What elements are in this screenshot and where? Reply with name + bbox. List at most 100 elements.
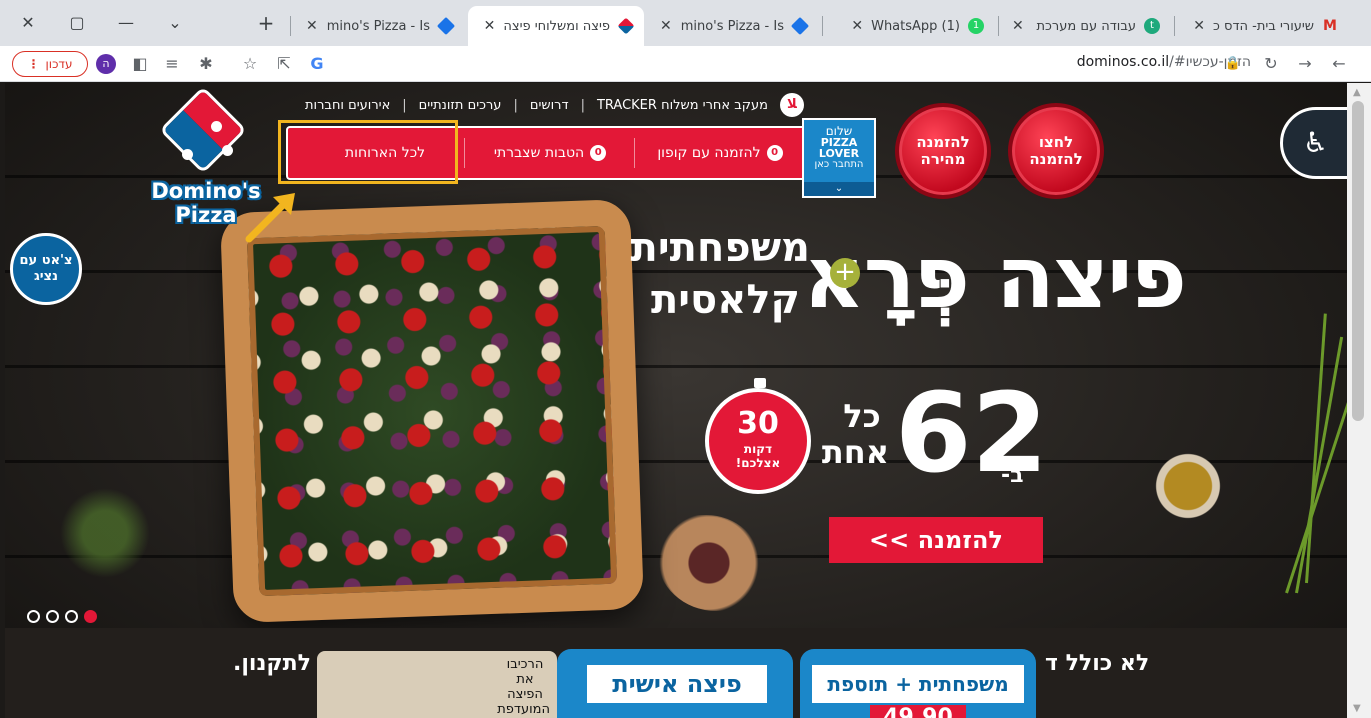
- my-benefits-label: הטבות שצברתי: [493, 145, 585, 161]
- family-topping-price: 49.90: [870, 705, 966, 718]
- hero-price: כל אחת 62 ב-: [821, 373, 1048, 503]
- profile-avatar[interactable]: ה: [96, 54, 116, 74]
- click-to-order-button[interactable]: לחצו להזמנה: [1008, 103, 1104, 199]
- tab-work-system[interactable]: t עבודה עם מערכת כ ✕: [1002, 8, 1170, 44]
- highlight-box: [278, 120, 458, 184]
- chive-decoration: [1305, 313, 1327, 584]
- page-scrollbar[interactable]: ▲ ▼: [1347, 83, 1371, 718]
- timer-number: 30: [737, 406, 779, 441]
- family-topping-card[interactable]: משפחתית + תוספת 49.90: [800, 649, 1036, 718]
- pizza-lover-login[interactable]: שלום PIZZA LOVER התחבר כאן ⌄: [802, 118, 876, 198]
- nav-events[interactable]: אירועים וחברות: [305, 98, 390, 113]
- tab-close-icon[interactable]: ✕: [306, 18, 318, 34]
- tab-close-icon[interactable]: ✕: [851, 18, 863, 34]
- google-icon[interactable]: G: [305, 52, 329, 76]
- tab-dominos-2[interactable]: Domino's Pizza - Is ✕: [650, 8, 818, 44]
- tab-gmail[interactable]: M שיעורי בית- הדס כ ✕: [1178, 8, 1348, 44]
- share-icon[interactable]: ⇱: [272, 52, 296, 76]
- benefits-count-badge: 0: [590, 145, 607, 161]
- scroll-thumb[interactable]: [1352, 101, 1364, 421]
- slider-dot[interactable]: [46, 610, 59, 623]
- oil-bowl-decoration: [1150, 450, 1226, 522]
- delivery-timer-badge: 30 דקות אצלכם!: [705, 378, 811, 494]
- dominos-page: אירועים וחברות | ערכים תזונתיים | דרושים…: [5, 83, 1347, 718]
- price-suffix: כל אחת: [821, 397, 889, 471]
- coupon-count-badge: 0: [766, 145, 783, 161]
- family-topping-label: משפחתית + תוספת: [812, 665, 1024, 703]
- tab-close-icon[interactable]: ✕: [484, 18, 496, 34]
- arrow-icon: [245, 193, 295, 243]
- forward-icon[interactable]: ←: [1327, 52, 1351, 76]
- side-panel-icon[interactable]: ◧: [128, 52, 152, 76]
- tab-bar: ✕ ▢ — ⌄ + Domino's Pizza - Is ✕ פיצה ומש…: [0, 0, 1371, 46]
- tab-title: Domino's Pizza - Is: [326, 18, 430, 34]
- update-button[interactable]: עדכון ⋮: [12, 51, 88, 77]
- tab-title: Domino's Pizza - Is: [680, 18, 784, 34]
- price-prefix: ב-: [1001, 463, 1024, 488]
- hero-subtitle-classic: קלאסית: [650, 277, 800, 323]
- gmail-icon: M: [1323, 18, 1337, 34]
- nav-nutrition[interactable]: ערכים תזונתיים: [419, 98, 502, 113]
- personal-pizza-card[interactable]: פיצה אישית: [557, 649, 793, 718]
- tab-title: (1) WhatsApp: [871, 18, 960, 34]
- scroll-down-icon[interactable]: ▼: [1353, 703, 1361, 714]
- hero-subtitle-family: משפחתית: [630, 225, 811, 271]
- logo-tile: [159, 86, 247, 174]
- quick-order-button[interactable]: להזמנה מהירה: [895, 103, 991, 199]
- nav-jobs[interactable]: דרושים: [530, 98, 569, 113]
- top-nav: אירועים וחברות | ערכים תזונתיים | דרושים…: [305, 93, 804, 117]
- more-vert-icon: ⋮: [27, 57, 40, 71]
- price-value: 62: [895, 369, 1049, 497]
- sauce-decoration: [657, 515, 761, 611]
- personal-pizza-label: פיצה אישית: [587, 665, 767, 703]
- tracker-icon[interactable]: ﻼ: [779, 93, 804, 117]
- chat-with-agent-button[interactable]: צ'אט עם נציג: [10, 233, 82, 305]
- new-tab-button[interactable]: +: [253, 10, 279, 36]
- plus-icon: +: [830, 258, 860, 288]
- tab-dominos-1[interactable]: Domino's Pizza - Is ✕: [296, 8, 464, 44]
- slider-dot[interactable]: [27, 610, 40, 623]
- reload-icon[interactable]: ↻: [1259, 52, 1283, 76]
- slider-dot-active[interactable]: [84, 610, 97, 623]
- browser-toolbar: עדכון ⋮ ה ◧ ≡ ✱ ☆ ⇱ G dominos.co.il/#הזמ…: [0, 46, 1371, 82]
- scroll-up-icon[interactable]: ▲: [1353, 87, 1361, 98]
- coupon-order-label: להזמנה עם קופון: [657, 145, 761, 161]
- herb-decoration: [55, 478, 155, 588]
- tab-whatsapp[interactable]: 1 (1) WhatsApp ✕: [826, 8, 994, 44]
- build-pizza-text: הרכיבו את הפיצה המועדפת עליכם: [497, 657, 550, 718]
- nav-tracker[interactable]: מעקב אחרי משלוח TRACKER: [597, 98, 768, 113]
- diamond-icon: [436, 16, 456, 36]
- coupon-order-button[interactable]: להזמנה עם קופון 0: [640, 128, 800, 178]
- reading-list-icon[interactable]: ≡: [160, 52, 184, 76]
- tab-close-icon[interactable]: ✕: [1012, 18, 1024, 34]
- bookmark-star-icon[interactable]: ☆: [238, 52, 262, 76]
- click-to-order-label: לחצו להזמנה: [1029, 133, 1083, 168]
- accessibility-icon[interactable]: ♿: [1280, 107, 1347, 179]
- back-icon[interactable]: →: [1293, 52, 1317, 76]
- dominos-icon: [617, 17, 635, 35]
- hero-main-title: פיצה פְּרָא: [802, 228, 1187, 328]
- slider-dots: [27, 610, 97, 623]
- tab-close-icon[interactable]: ✕: [1193, 18, 1205, 34]
- chevron-down-icon[interactable]: ⌄: [804, 182, 874, 196]
- close-window-icon[interactable]: ✕: [15, 10, 41, 36]
- minimize-window-icon[interactable]: —: [113, 10, 139, 36]
- tab-close-icon[interactable]: ✕: [660, 18, 672, 34]
- tab-search-icon[interactable]: ⌄: [162, 10, 188, 36]
- my-benefits-button[interactable]: הטבות שצברתי 0: [470, 128, 630, 178]
- lover-connect: התחבר כאן: [814, 159, 864, 170]
- whatsapp-icon: 1: [968, 18, 984, 34]
- slider-dot[interactable]: [65, 610, 78, 623]
- disclaimer-text: לא כולל ד: [1045, 651, 1150, 676]
- order-now-button[interactable]: להזמנה >>: [829, 517, 1043, 563]
- timer-text: אצלכם!: [735, 456, 781, 470]
- tab-dominos-active[interactable]: פיצה ומשלוחי פיצה ✕: [468, 6, 644, 46]
- timer-unit: דקות: [743, 442, 773, 456]
- update-label: עדכון: [45, 57, 73, 71]
- restore-window-icon[interactable]: ▢: [64, 10, 90, 36]
- pizza-image: [219, 198, 645, 624]
- lock-icon[interactable]: 🔒: [1221, 52, 1245, 76]
- url-host: dominos.co.il: [1076, 54, 1170, 70]
- extensions-icon[interactable]: ✱: [194, 52, 218, 76]
- teal-icon: t: [1144, 18, 1160, 34]
